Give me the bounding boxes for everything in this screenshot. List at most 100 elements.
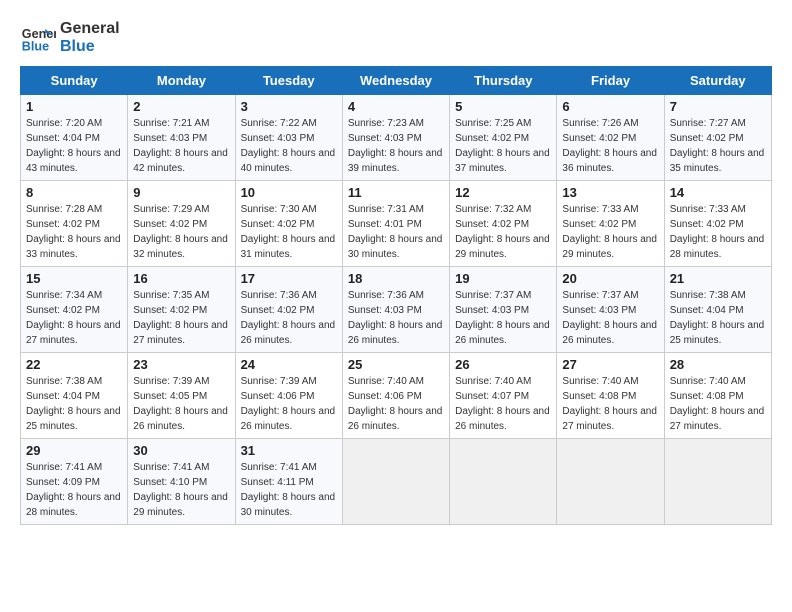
day-number: 7 xyxy=(670,99,766,114)
day-number: 13 xyxy=(562,185,658,200)
calendar-cell: 16 Sunrise: 7:35 AMSunset: 4:02 PMDaylig… xyxy=(128,267,235,353)
calendar-cell: 2 Sunrise: 7:21 AMSunset: 4:03 PMDayligh… xyxy=(128,95,235,181)
calendar-cell: 6 Sunrise: 7:26 AMSunset: 4:02 PMDayligh… xyxy=(557,95,664,181)
day-number: 5 xyxy=(455,99,551,114)
day-info: Sunrise: 7:33 AMSunset: 4:02 PMDaylight:… xyxy=(562,202,658,262)
calendar-cell: 23 Sunrise: 7:39 AMSunset: 4:05 PMDaylig… xyxy=(128,353,235,439)
calendar-cell: 28 Sunrise: 7:40 AMSunset: 4:08 PMDaylig… xyxy=(664,353,771,439)
day-info: Sunrise: 7:28 AMSunset: 4:02 PMDaylight:… xyxy=(26,202,122,262)
day-info: Sunrise: 7:36 AMSunset: 4:03 PMDaylight:… xyxy=(348,288,444,348)
day-number: 11 xyxy=(348,185,444,200)
day-number: 22 xyxy=(26,357,122,372)
calendar-cell: 25 Sunrise: 7:40 AMSunset: 4:06 PMDaylig… xyxy=(342,353,449,439)
day-info: Sunrise: 7:22 AMSunset: 4:03 PMDaylight:… xyxy=(241,116,337,176)
col-header-saturday: Saturday xyxy=(664,67,771,95)
day-number: 12 xyxy=(455,185,551,200)
day-number: 18 xyxy=(348,271,444,286)
day-number: 31 xyxy=(241,443,337,458)
day-number: 9 xyxy=(133,185,229,200)
calendar-cell: 17 Sunrise: 7:36 AMSunset: 4:02 PMDaylig… xyxy=(235,267,342,353)
calendar-cell: 13 Sunrise: 7:33 AMSunset: 4:02 PMDaylig… xyxy=(557,181,664,267)
day-number: 23 xyxy=(133,357,229,372)
day-info: Sunrise: 7:40 AMSunset: 4:07 PMDaylight:… xyxy=(455,374,551,434)
calendar-cell: 5 Sunrise: 7:25 AMSunset: 4:02 PMDayligh… xyxy=(450,95,557,181)
calendar-cell: 15 Sunrise: 7:34 AMSunset: 4:02 PMDaylig… xyxy=(21,267,128,353)
header: General Blue General Blue xyxy=(20,20,772,56)
logo: General Blue General Blue xyxy=(20,20,120,56)
day-info: Sunrise: 7:20 AMSunset: 4:04 PMDaylight:… xyxy=(26,116,122,176)
day-info: Sunrise: 7:32 AMSunset: 4:02 PMDaylight:… xyxy=(455,202,551,262)
day-info: Sunrise: 7:40 AMSunset: 4:06 PMDaylight:… xyxy=(348,374,444,434)
calendar-cell: 11 Sunrise: 7:31 AMSunset: 4:01 PMDaylig… xyxy=(342,181,449,267)
day-number: 16 xyxy=(133,271,229,286)
day-info: Sunrise: 7:41 AMSunset: 4:09 PMDaylight:… xyxy=(26,460,122,520)
logo-icon: General Blue xyxy=(20,20,56,56)
calendar-cell: 26 Sunrise: 7:40 AMSunset: 4:07 PMDaylig… xyxy=(450,353,557,439)
day-info: Sunrise: 7:36 AMSunset: 4:02 PMDaylight:… xyxy=(241,288,337,348)
day-number: 30 xyxy=(133,443,229,458)
day-number: 10 xyxy=(241,185,337,200)
day-info: Sunrise: 7:29 AMSunset: 4:02 PMDaylight:… xyxy=(133,202,229,262)
day-number: 4 xyxy=(348,99,444,114)
day-number: 28 xyxy=(670,357,766,372)
calendar-cell: 27 Sunrise: 7:40 AMSunset: 4:08 PMDaylig… xyxy=(557,353,664,439)
calendar-cell: 30 Sunrise: 7:41 AMSunset: 4:10 PMDaylig… xyxy=(128,439,235,525)
calendar-cell xyxy=(664,439,771,525)
day-info: Sunrise: 7:39 AMSunset: 4:06 PMDaylight:… xyxy=(241,374,337,434)
day-number: 17 xyxy=(241,271,337,286)
day-number: 15 xyxy=(26,271,122,286)
calendar-cell: 9 Sunrise: 7:29 AMSunset: 4:02 PMDayligh… xyxy=(128,181,235,267)
calendar-cell: 21 Sunrise: 7:38 AMSunset: 4:04 PMDaylig… xyxy=(664,267,771,353)
day-number: 20 xyxy=(562,271,658,286)
logo-blue: Blue xyxy=(60,38,120,56)
day-number: 2 xyxy=(133,99,229,114)
svg-text:Blue: Blue xyxy=(22,40,49,54)
day-info: Sunrise: 7:27 AMSunset: 4:02 PMDaylight:… xyxy=(670,116,766,176)
col-header-friday: Friday xyxy=(557,67,664,95)
calendar-cell: 8 Sunrise: 7:28 AMSunset: 4:02 PMDayligh… xyxy=(21,181,128,267)
day-info: Sunrise: 7:35 AMSunset: 4:02 PMDaylight:… xyxy=(133,288,229,348)
day-info: Sunrise: 7:30 AMSunset: 4:02 PMDaylight:… xyxy=(241,202,337,262)
calendar-cell: 10 Sunrise: 7:30 AMSunset: 4:02 PMDaylig… xyxy=(235,181,342,267)
calendar-cell: 4 Sunrise: 7:23 AMSunset: 4:03 PMDayligh… xyxy=(342,95,449,181)
day-number: 24 xyxy=(241,357,337,372)
day-info: Sunrise: 7:38 AMSunset: 4:04 PMDaylight:… xyxy=(670,288,766,348)
calendar-cell: 22 Sunrise: 7:38 AMSunset: 4:04 PMDaylig… xyxy=(21,353,128,439)
calendar-cell: 3 Sunrise: 7:22 AMSunset: 4:03 PMDayligh… xyxy=(235,95,342,181)
calendar-cell xyxy=(450,439,557,525)
calendar-cell xyxy=(342,439,449,525)
day-number: 3 xyxy=(241,99,337,114)
day-info: Sunrise: 7:33 AMSunset: 4:02 PMDaylight:… xyxy=(670,202,766,262)
day-number: 26 xyxy=(455,357,551,372)
calendar-cell: 24 Sunrise: 7:39 AMSunset: 4:06 PMDaylig… xyxy=(235,353,342,439)
day-info: Sunrise: 7:25 AMSunset: 4:02 PMDaylight:… xyxy=(455,116,551,176)
col-header-tuesday: Tuesday xyxy=(235,67,342,95)
day-info: Sunrise: 7:31 AMSunset: 4:01 PMDaylight:… xyxy=(348,202,444,262)
day-number: 14 xyxy=(670,185,766,200)
day-info: Sunrise: 7:38 AMSunset: 4:04 PMDaylight:… xyxy=(26,374,122,434)
calendar-cell: 29 Sunrise: 7:41 AMSunset: 4:09 PMDaylig… xyxy=(21,439,128,525)
day-info: Sunrise: 7:40 AMSunset: 4:08 PMDaylight:… xyxy=(670,374,766,434)
day-number: 6 xyxy=(562,99,658,114)
day-info: Sunrise: 7:41 AMSunset: 4:11 PMDaylight:… xyxy=(241,460,337,520)
col-header-thursday: Thursday xyxy=(450,67,557,95)
col-header-wednesday: Wednesday xyxy=(342,67,449,95)
calendar-cell: 19 Sunrise: 7:37 AMSunset: 4:03 PMDaylig… xyxy=(450,267,557,353)
calendar-cell: 7 Sunrise: 7:27 AMSunset: 4:02 PMDayligh… xyxy=(664,95,771,181)
day-info: Sunrise: 7:23 AMSunset: 4:03 PMDaylight:… xyxy=(348,116,444,176)
calendar-cell: 1 Sunrise: 7:20 AMSunset: 4:04 PMDayligh… xyxy=(21,95,128,181)
day-info: Sunrise: 7:37 AMSunset: 4:03 PMDaylight:… xyxy=(562,288,658,348)
day-info: Sunrise: 7:34 AMSunset: 4:02 PMDaylight:… xyxy=(26,288,122,348)
calendar-cell: 12 Sunrise: 7:32 AMSunset: 4:02 PMDaylig… xyxy=(450,181,557,267)
calendar-cell: 18 Sunrise: 7:36 AMSunset: 4:03 PMDaylig… xyxy=(342,267,449,353)
col-header-monday: Monday xyxy=(128,67,235,95)
day-number: 27 xyxy=(562,357,658,372)
calendar-table: SundayMondayTuesdayWednesdayThursdayFrid… xyxy=(20,66,772,525)
day-number: 29 xyxy=(26,443,122,458)
day-info: Sunrise: 7:21 AMSunset: 4:03 PMDaylight:… xyxy=(133,116,229,176)
logo-general: General xyxy=(60,20,120,38)
day-info: Sunrise: 7:26 AMSunset: 4:02 PMDaylight:… xyxy=(562,116,658,176)
day-number: 25 xyxy=(348,357,444,372)
day-info: Sunrise: 7:39 AMSunset: 4:05 PMDaylight:… xyxy=(133,374,229,434)
calendar-cell: 31 Sunrise: 7:41 AMSunset: 4:11 PMDaylig… xyxy=(235,439,342,525)
